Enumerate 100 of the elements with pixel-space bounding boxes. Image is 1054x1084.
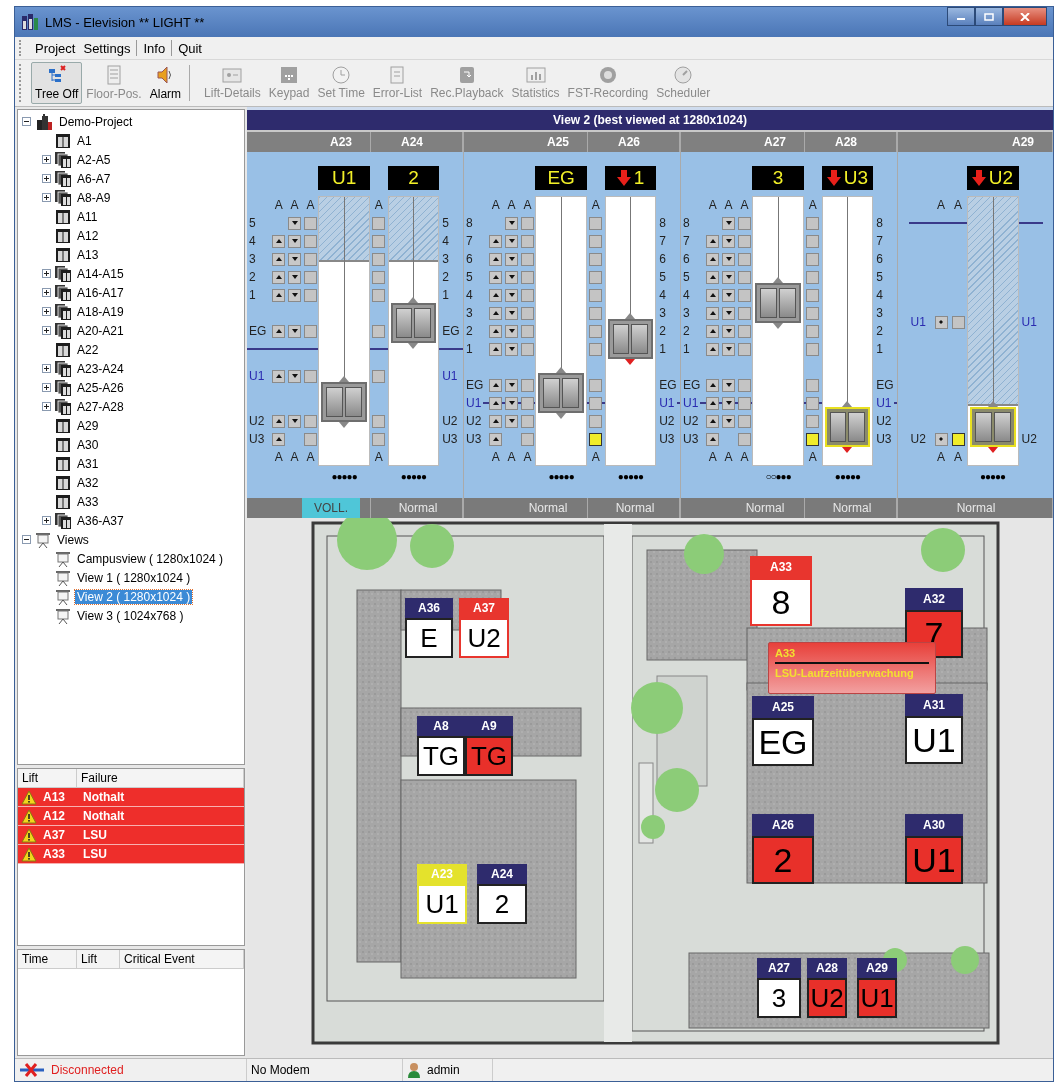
call-down-button[interactable]	[505, 396, 519, 410]
floor-indicator[interactable]: 2	[477, 884, 527, 924]
call-down-button[interactable]	[722, 378, 736, 392]
tree-item[interactable]: A29	[75, 418, 101, 433]
call-down-button[interactable]	[722, 216, 736, 230]
call-up-button[interactable]	[272, 252, 286, 266]
tree-item[interactable]: A16-A17	[75, 285, 126, 300]
car-call-button[interactable]	[951, 432, 965, 446]
maximize-button[interactable]	[975, 7, 1003, 26]
tree-item[interactable]: A31	[75, 456, 101, 471]
tree-item[interactable]: A27-A28	[75, 399, 126, 414]
call-up-button[interactable]	[489, 378, 503, 392]
floor-indicator[interactable]: U2	[459, 618, 509, 658]
failure-row[interactable]: A12 Nothalt	[18, 807, 244, 826]
tree-item[interactable]: A36-A37	[75, 513, 126, 528]
column-header[interactable]: Lift	[18, 769, 77, 787]
tree-item[interactable]: A23-A24	[75, 361, 126, 376]
column-header[interactable]: Time	[18, 950, 77, 968]
tree-item[interactable]: Campusview ( 1280x1024 )	[75, 551, 226, 566]
call-up-button[interactable]	[489, 234, 503, 248]
floor-indicator[interactable]: TG	[417, 736, 465, 776]
tree-item[interactable]: A14-A15	[75, 266, 126, 281]
call-button[interactable]	[934, 315, 948, 329]
tree-item[interactable]: A6-A7	[75, 171, 113, 186]
call-up-button[interactable]	[706, 288, 720, 302]
call-down-button[interactable]	[505, 306, 519, 320]
call-up-button[interactable]	[706, 342, 720, 356]
call-down-button[interactable]	[505, 378, 519, 392]
call-up-button[interactable]	[706, 378, 720, 392]
elevator-car[interactable]	[538, 367, 584, 419]
floor-indicator[interactable]: U1	[417, 884, 467, 924]
expand-toggle[interactable]	[42, 402, 51, 411]
call-down-button[interactable]	[505, 216, 519, 230]
call-down-button[interactable]	[288, 324, 302, 338]
expand-toggle[interactable]	[42, 326, 51, 335]
call-up-button[interactable]	[706, 270, 720, 284]
call-up-button[interactable]	[706, 432, 720, 446]
elevator-car[interactable]	[755, 277, 801, 329]
expand-toggle[interactable]	[42, 516, 51, 525]
call-down-button[interactable]	[505, 324, 519, 338]
column-header[interactable]: Critical Event	[120, 950, 244, 968]
call-down-button[interactable]	[505, 342, 519, 356]
elevator-car[interactable]	[824, 401, 871, 453]
call-up-button[interactable]	[272, 234, 286, 248]
elevator-car[interactable]	[390, 296, 437, 349]
floor-indicator[interactable]: EG	[752, 718, 814, 766]
tree-item[interactable]: Demo-Project	[57, 114, 135, 129]
car-call-button[interactable]	[589, 432, 603, 446]
expand-toggle[interactable]	[42, 269, 51, 278]
tree-item[interactable]: A12	[75, 228, 101, 243]
call-down-button[interactable]	[722, 252, 736, 266]
elevator-car[interactable]	[969, 401, 1016, 453]
tree-item[interactable]: A8-A9	[75, 190, 113, 205]
call-up-button[interactable]	[706, 414, 720, 428]
call-down-button[interactable]	[288, 234, 302, 248]
tree-item[interactable]: A32	[75, 475, 101, 490]
call-down-button[interactable]	[288, 414, 302, 428]
expand-toggle[interactable]	[42, 155, 51, 164]
call-up-button[interactable]	[489, 342, 503, 356]
call-up-button[interactable]	[489, 396, 503, 410]
call-up-button[interactable]	[272, 414, 286, 428]
close-button[interactable]	[1003, 7, 1047, 26]
menu-item[interactable]: Info	[139, 40, 170, 56]
call-up-button[interactable]	[706, 324, 720, 338]
elevator-car[interactable]	[607, 313, 654, 365]
call-up-button[interactable]	[706, 234, 720, 248]
tree-item[interactable]: A33	[75, 494, 101, 509]
call-down-button[interactable]	[288, 216, 302, 230]
call-up-button[interactable]	[272, 288, 286, 302]
floor-indicator[interactable]: U2	[807, 978, 847, 1018]
toolbar-button[interactable]: Tree Off	[31, 62, 83, 104]
call-up-button[interactable]	[706, 396, 720, 410]
floor-indicator[interactable]: U1	[905, 716, 963, 764]
call-up-button[interactable]	[272, 369, 286, 383]
tree-item[interactable]: A13	[75, 247, 101, 262]
call-down-button[interactable]	[505, 234, 519, 248]
call-down-button[interactable]	[722, 306, 736, 320]
tree-item[interactable]: A20-A21	[75, 323, 126, 338]
expand-toggle[interactable]	[42, 174, 51, 183]
call-down-button[interactable]	[722, 270, 736, 284]
call-up-button[interactable]	[489, 306, 503, 320]
call-down-button[interactable]	[505, 252, 519, 266]
floor-indicator[interactable]: 3	[757, 978, 801, 1018]
minimize-button[interactable]	[947, 7, 975, 26]
call-up-button[interactable]	[489, 288, 503, 302]
car-call-button[interactable]	[806, 432, 820, 446]
collapse-toggle[interactable]	[22, 117, 31, 126]
menu-item[interactable]: Quit	[174, 40, 206, 56]
call-up-button[interactable]	[272, 324, 286, 338]
call-down-button[interactable]	[722, 234, 736, 248]
call-up-button[interactable]	[706, 252, 720, 266]
tree-item[interactable]: View 2 ( 1280x1024 )	[75, 589, 193, 604]
column-header[interactable]: Lift	[77, 950, 120, 968]
call-down-button[interactable]	[505, 414, 519, 428]
tree-item[interactable]: A25-A26	[75, 380, 126, 395]
expand-toggle[interactable]	[42, 288, 51, 297]
call-down-button[interactable]	[722, 288, 736, 302]
elevator-car[interactable]	[321, 376, 367, 428]
floor-indicator[interactable]: TG	[465, 736, 513, 776]
call-down-button[interactable]	[722, 396, 736, 410]
